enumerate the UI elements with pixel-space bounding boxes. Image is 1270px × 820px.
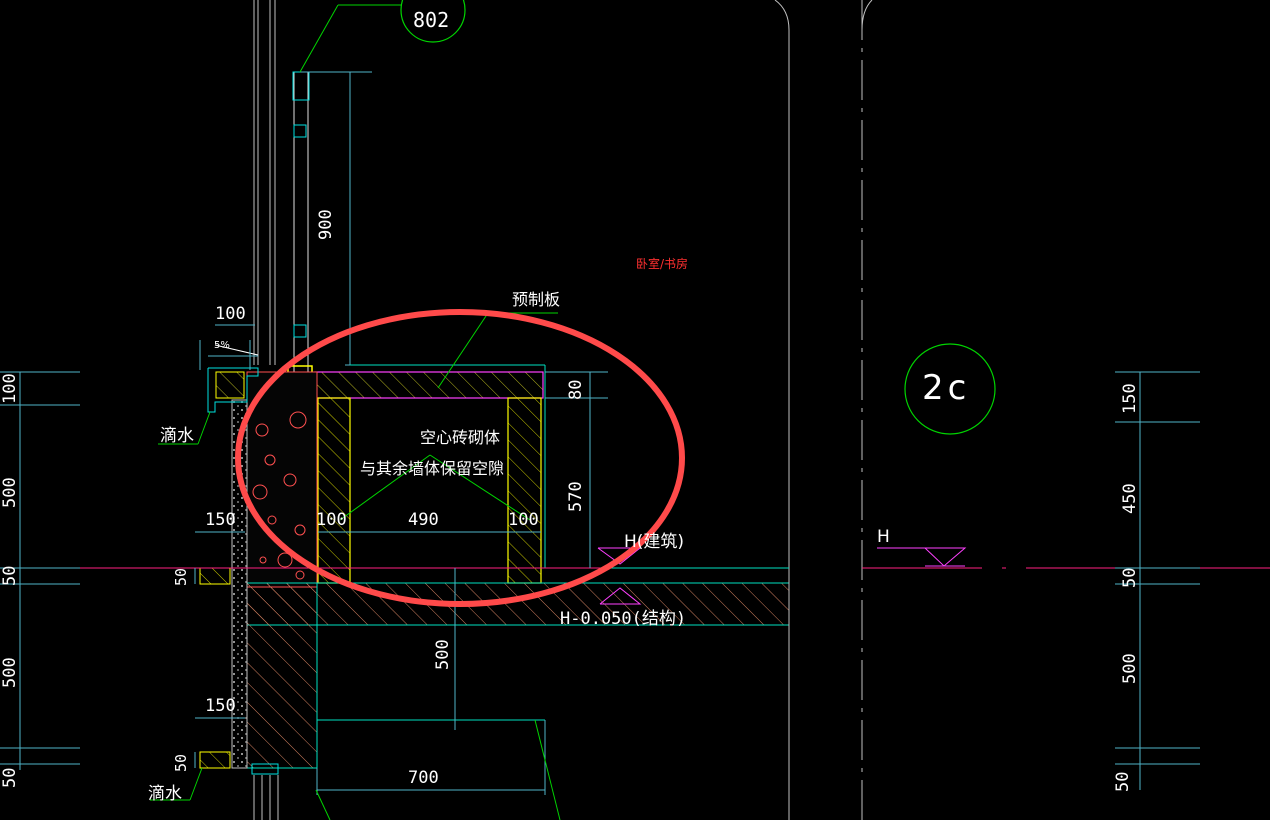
dim-80: 80	[566, 379, 586, 400]
structural-slab	[246, 582, 790, 769]
right-dim-50a: 50	[1120, 567, 1140, 588]
dim-900: 900	[316, 209, 336, 240]
axis-lines	[774, 0, 873, 820]
dim-490: 490	[408, 510, 439, 530]
prefab-slab-label: 预制板	[512, 290, 561, 309]
callout-802-text: 802	[413, 8, 450, 32]
dim-150-bottom: 150	[205, 696, 236, 716]
room-label: 卧室/书房	[636, 257, 689, 271]
axis-2c-label: 2c	[922, 368, 971, 408]
dim-500-mid: 500	[433, 639, 453, 670]
drip-label-bottom: 滴水	[148, 784, 182, 804]
dim-570: 570	[566, 481, 586, 512]
hollow-brick-label: 空心砖砌体	[420, 428, 501, 447]
elevation-arch-label: H(建筑)	[624, 532, 685, 552]
left-dim-100: 100	[0, 373, 20, 404]
right-dim-450: 450	[1120, 483, 1140, 514]
dim-700: 700	[408, 768, 439, 788]
dim-100-right: 100	[508, 510, 539, 530]
window-frame	[287, 71, 313, 377]
left-dim-500b: 500	[0, 657, 20, 688]
dim-100-left: 100	[316, 510, 347, 530]
right-dim-50b: 50	[1113, 771, 1133, 792]
dim-100-top: 100	[215, 304, 246, 324]
elevation-struct-label: H-0.050(结构)	[560, 609, 687, 629]
right-dim-150: 150	[1120, 383, 1140, 414]
left-dim-50a: 50	[0, 565, 20, 586]
cad-drawing	[0, 0, 1270, 820]
gap-note-label: 与其余墙体保留空隙	[360, 459, 505, 478]
concrete-column	[246, 371, 318, 588]
slope-label: 5%	[214, 340, 230, 351]
right-dim-500: 500	[1120, 653, 1140, 684]
inner-dim-50b: 50	[172, 753, 190, 772]
left-dim-50b: 50	[0, 767, 20, 788]
dim-150-top: 150	[205, 510, 236, 530]
dim-900-line	[300, 71, 372, 366]
inner-dim-50a: 50	[172, 567, 190, 586]
drip-label-top: 滴水	[160, 426, 194, 446]
elevation-right-label: H	[877, 527, 890, 547]
left-dim-500a: 500	[0, 477, 20, 508]
